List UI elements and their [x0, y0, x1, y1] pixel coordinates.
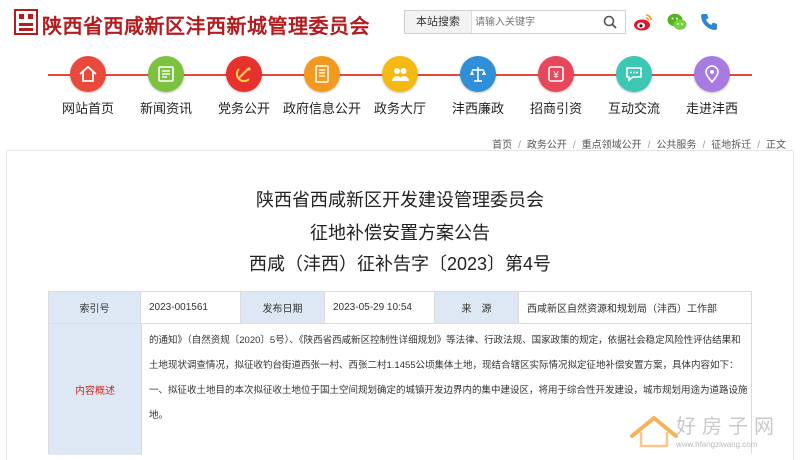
- nav-label: 政务大厅: [373, 101, 426, 116]
- breadcrumb-item[interactable]: 政务公开: [527, 136, 567, 151]
- party-icon: [235, 67, 251, 83]
- phone-icon[interactable]: [698, 11, 720, 33]
- nav-circle: [304, 56, 340, 92]
- investment-icon: ¥: [548, 66, 564, 82]
- nav-item-news[interactable]: 新闻资讯: [126, 54, 206, 120]
- people-icon: [392, 68, 409, 81]
- summary-line: 土地现状调查情况，拟征收钓台街道西张一村、西张二村1.1455公顷集体土地，现结…: [149, 360, 739, 371]
- summary-line: 一、拟征收土地目的本次拟征收土地位于国土空间规划确定的城镇开发边界内的集中建设区…: [149, 385, 747, 396]
- nav-label: 沣西廉政: [451, 101, 504, 116]
- news-icon: [158, 66, 174, 82]
- index-value: 2023-001561: [140, 291, 241, 324]
- index-label: 索引号: [48, 291, 141, 324]
- nav-circle: [70, 56, 106, 92]
- breadcrumb-item[interactable]: 首页: [492, 136, 512, 151]
- watermark-text: 好房子网: [676, 414, 780, 438]
- source-label: 来 源: [434, 291, 519, 324]
- article-title-line3: 西咸（沣西）征补告字〔2023〕第4号: [248, 254, 552, 274]
- date-value: 2023-05-29 10:54: [324, 291, 435, 324]
- document-icon: [315, 65, 329, 83]
- main-nav: 网站首页 新闻资讯 党务公开 政府信息公开 政务大厅 沣西廉政 ¥ 招商引资 互…: [0, 54, 800, 124]
- logo-icon[interactable]: [14, 9, 38, 35]
- nav-label: 新闻资讯: [139, 101, 192, 116]
- search-label: 本站搜索: [405, 11, 472, 33]
- breadcrumb-item[interactable]: 重点领域公开: [582, 136, 642, 151]
- watermark-url: www.hfangziwang.com: [676, 440, 758, 449]
- nav-item-gov-info[interactable]: 政府信息公开: [282, 54, 362, 120]
- article-title-line2: 征地补偿安置方案公告: [310, 223, 490, 243]
- svg-text:¥: ¥: [552, 70, 559, 81]
- nav-circle: [226, 56, 262, 92]
- scales-icon: [470, 67, 486, 82]
- nav-label: 网站首页: [61, 101, 114, 116]
- nav-item-investment[interactable]: ¥ 招商引资: [516, 54, 596, 120]
- home-icon: [79, 65, 97, 82]
- location-icon: [705, 65, 719, 84]
- nav-label: 招商引资: [529, 101, 582, 116]
- nav-item-service-hall[interactable]: 政务大厅: [360, 54, 440, 120]
- wechat-icon[interactable]: [666, 11, 688, 33]
- nav-label: 互动交流: [607, 101, 660, 116]
- search-input[interactable]: [475, 13, 595, 31]
- nav-circle: ¥: [538, 56, 574, 92]
- breadcrumb-item[interactable]: 征地拆迁: [711, 136, 751, 151]
- nav-label: 走进沣西: [685, 101, 738, 116]
- nav-item-about[interactable]: 走进沣西: [672, 54, 752, 120]
- article-title-line1: 陕西省西咸新区开发建设管理委员会: [256, 190, 544, 210]
- chat-icon: [626, 67, 642, 82]
- breadcrumb: 首页 / 政务公开 / 重点领域公开 / 公共服务 / 征地拆迁 / 正文: [492, 136, 786, 151]
- nav-item-party[interactable]: 党务公开: [204, 54, 284, 120]
- nav-item-home[interactable]: 网站首页: [48, 54, 128, 120]
- date-label: 发布日期: [240, 291, 325, 324]
- info-row: 索引号 2023-001561 发布日期 2023-05-29 10:54 来 …: [48, 291, 752, 324]
- summary-label: 内容概述: [49, 324, 142, 455]
- nav-circle: [148, 56, 184, 92]
- nav-item-integrity[interactable]: 沣西廉政: [438, 54, 518, 120]
- site-header: 陕西省西咸新区沣西新城管理委员会 本站搜索: [0, 0, 800, 46]
- nav-label: 政府信息公开: [282, 101, 361, 116]
- info-table: 索引号 2023-001561 发布日期 2023-05-29 10:54 来 …: [48, 291, 752, 324]
- breadcrumb-item[interactable]: 公共服务: [656, 136, 696, 151]
- search-box: 本站搜索: [404, 10, 626, 34]
- nav-circle: [460, 56, 496, 92]
- nav-circle: [382, 56, 418, 92]
- source-value: 西咸新区自然资源和规划局（沣西）工作部: [518, 291, 752, 324]
- search-icon[interactable]: [603, 15, 617, 29]
- weibo-icon[interactable]: [632, 11, 654, 33]
- nav-circle: [616, 56, 652, 92]
- breadcrumb-item: 正文: [766, 140, 786, 151]
- nav-item-interaction[interactable]: 互动交流: [594, 54, 674, 120]
- site-title[interactable]: 陕西省西咸新区沣西新城管理委员会: [42, 10, 370, 39]
- nav-label: 党务公开: [217, 101, 270, 116]
- summary-line: 的通知》（自然资规〔2020〕5号）、《陕西省西咸新区控制性详细规划》等法律、行…: [149, 335, 741, 346]
- nav-circle: [694, 56, 730, 92]
